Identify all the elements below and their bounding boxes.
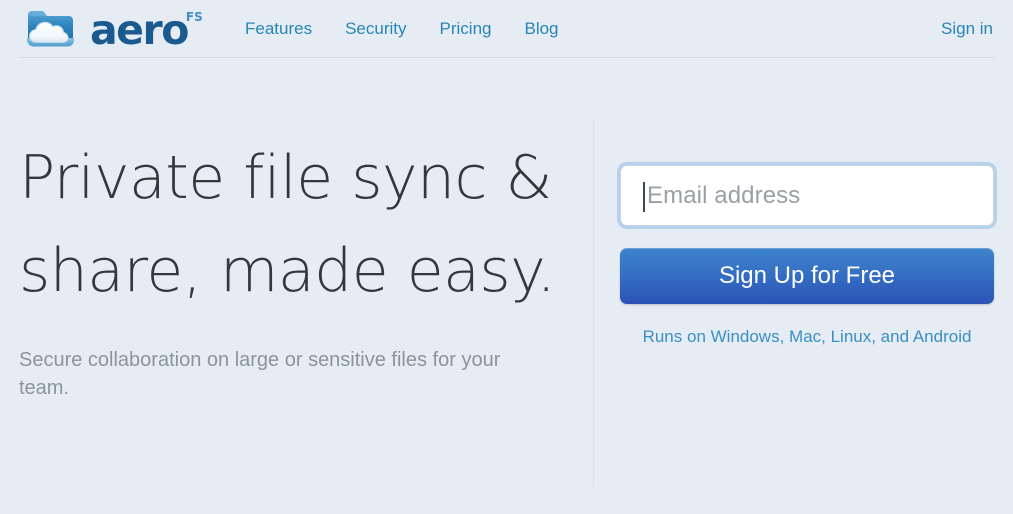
- signin-container: Sign in: [941, 0, 993, 57]
- brand-wordmark: aero FS: [90, 5, 203, 54]
- platforms-link[interactable]: Runs on Windows, Mac, Linux, and Android: [620, 327, 994, 347]
- page-title: Private file sync & share, made easy.: [19, 143, 556, 306]
- signup-button[interactable]: Sign Up for Free: [620, 248, 994, 304]
- email-input-placeholder: Email address: [647, 181, 801, 209]
- main-navigation: Features Security Pricing Blog: [245, 0, 559, 57]
- nav-item-blog[interactable]: Blog: [524, 19, 558, 39]
- text-caret: [643, 182, 645, 212]
- nav-item-security[interactable]: Security: [345, 19, 406, 39]
- nav-item-pricing[interactable]: Pricing: [440, 19, 492, 39]
- site-header: aero FS Features Security Pricing Blog S…: [0, 0, 1013, 58]
- folder-cloud-logo-icon: [22, 4, 82, 54]
- header-divider: [18, 57, 995, 58]
- brand-wordmark-superscript: FS: [185, 9, 203, 24]
- brand-logo[interactable]: aero FS: [22, 1, 203, 56]
- nav-item-features[interactable]: Features: [245, 19, 312, 39]
- signup-column: Email address Sign Up for Free Runs on W…: [620, 165, 994, 347]
- hero-subtitle: Secure collaboration on large or sensiti…: [19, 349, 501, 399]
- vertical-divider: [593, 118, 594, 487]
- brand-wordmark-text: aero: [90, 5, 189, 54]
- landing-page: aero FS Features Security Pricing Blog S…: [0, 0, 1013, 514]
- hero-text-column: Private file sync & share, made easy. Se…: [19, 132, 564, 402]
- signin-link[interactable]: Sign in: [941, 19, 993, 39]
- email-field[interactable]: Email address: [620, 165, 994, 226]
